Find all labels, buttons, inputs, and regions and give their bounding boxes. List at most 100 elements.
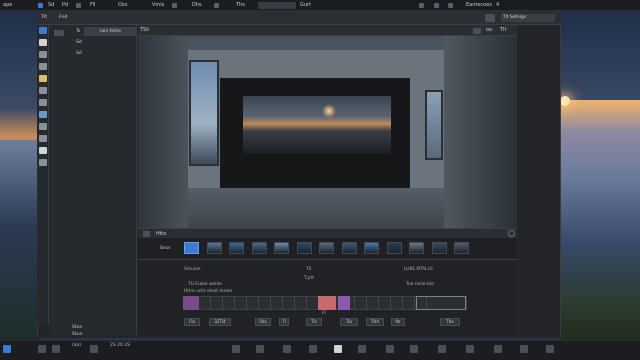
menu-item-2[interactable]: Pd bbox=[62, 0, 68, 11]
tool-hand-icon[interactable] bbox=[39, 147, 47, 154]
toolbar-icon-2[interactable] bbox=[172, 3, 177, 8]
tool-heal-icon[interactable] bbox=[39, 111, 47, 118]
panel-row-1-label[interactable]: Iain fafos bbox=[100, 27, 121, 36]
timeline-cell[interactable] bbox=[259, 296, 271, 310]
panel-row-1-tag[interactable]: Ts bbox=[76, 27, 80, 36]
viewer-ctrl-icon[interactable] bbox=[473, 28, 481, 34]
taskbar-app-12-icon[interactable] bbox=[438, 345, 446, 353]
filmstrip-thumb[interactable] bbox=[409, 242, 424, 254]
filmstrip-thumb[interactable] bbox=[319, 242, 334, 254]
timeline-cell[interactable] bbox=[283, 296, 295, 310]
filmstrip-more-icon[interactable] bbox=[508, 230, 515, 237]
taskbar-app-11-icon[interactable] bbox=[410, 345, 418, 353]
menu-item-3[interactable]: Fil bbox=[90, 0, 95, 11]
filmstrip-thumb[interactable] bbox=[431, 242, 447, 254]
timeline-cell[interactable] bbox=[391, 296, 403, 310]
taskbar-app-8-icon[interactable] bbox=[334, 345, 342, 353]
timeline-cell[interactable] bbox=[211, 296, 223, 310]
tool-brush-icon[interactable] bbox=[39, 63, 47, 70]
bottom-control-chip[interactable]: The bbox=[440, 318, 460, 326]
filmstrip-thumb[interactable] bbox=[454, 242, 469, 254]
timeline-clip-2[interactable] bbox=[318, 296, 336, 310]
timeline-clip-1[interactable] bbox=[183, 296, 199, 310]
filmstrip-thumb[interactable] bbox=[364, 242, 379, 254]
toolbar-icon-1[interactable] bbox=[76, 3, 81, 8]
tool-shape-icon[interactable] bbox=[39, 87, 47, 94]
timeline-clip-3[interactable] bbox=[338, 296, 350, 310]
toolbar-icon-5[interactable] bbox=[434, 3, 439, 8]
bottom-control-chip[interactable]: Tis bbox=[306, 318, 322, 326]
toolbar-icon-4[interactable] bbox=[419, 3, 424, 8]
timeline-selection-box[interactable] bbox=[416, 296, 466, 310]
menu-item-1[interactable]: Sd bbox=[48, 0, 54, 11]
viewer-tab[interactable]: TSh bbox=[140, 25, 149, 36]
toolbar-icon-3[interactable] bbox=[214, 3, 219, 8]
taskbar-app-10-icon[interactable] bbox=[386, 345, 394, 353]
panel-row-3-tag[interactable]: Sd bbox=[76, 49, 82, 58]
timeline-cell[interactable] bbox=[295, 296, 307, 310]
tool-zoom-icon[interactable] bbox=[39, 159, 47, 166]
filmstrip-thumb[interactable] bbox=[274, 242, 289, 254]
menu-item-4[interactable]: Oxs bbox=[118, 0, 128, 11]
toolbar-tab-2[interactable]: Fnd bbox=[59, 11, 67, 25]
workspace-label[interactable]: Eantecoes bbox=[466, 0, 492, 11]
taskbar-app-14-icon[interactable] bbox=[494, 345, 502, 353]
tool-text-icon[interactable] bbox=[39, 75, 47, 82]
menu-item-6[interactable]: Dhs bbox=[192, 0, 202, 11]
filmstrip-thumb[interactable] bbox=[206, 242, 222, 254]
timeline-cell[interactable] bbox=[223, 296, 235, 310]
filmstrip-thumb[interactable] bbox=[251, 242, 267, 254]
tool-crop-icon[interactable] bbox=[39, 51, 47, 58]
taskbar-app-6-icon[interactable] bbox=[283, 345, 291, 353]
app-menu[interactable]: ape bbox=[3, 0, 12, 11]
bottom-control-chip[interactable]: fle bbox=[391, 318, 405, 326]
taskbar-app-13-icon[interactable] bbox=[466, 345, 474, 353]
filmstrip-thumb[interactable] bbox=[184, 242, 199, 254]
viewer-controls[interactable]: oo bbox=[486, 25, 492, 36]
taskbar-app-4-icon[interactable] bbox=[232, 345, 240, 353]
timeline-cell[interactable] bbox=[367, 296, 379, 310]
app-icon[interactable] bbox=[38, 3, 43, 8]
panel-row-2-tag[interactable]: Sd bbox=[76, 38, 82, 47]
menu-item-7[interactable]: Ths bbox=[236, 0, 245, 11]
filmstrip-icon[interactable] bbox=[143, 231, 150, 237]
timeline-cell[interactable] bbox=[379, 296, 391, 310]
menu-item-5[interactable]: Vmis bbox=[152, 0, 164, 11]
timeline-cell[interactable] bbox=[271, 296, 283, 310]
toolbar-icon-6[interactable] bbox=[448, 3, 453, 8]
search-field[interactable] bbox=[258, 2, 296, 9]
taskbar-app-16-icon[interactable] bbox=[546, 345, 554, 353]
bottom-control-chip[interactable]: 3ZTI4 bbox=[209, 318, 231, 326]
bottom-control-chip[interactable]: Fla bbox=[184, 318, 200, 326]
bottom-control-chip[interactable]: THA bbox=[366, 318, 384, 326]
timeline-cell[interactable] bbox=[355, 296, 367, 310]
filmstrip-thumb[interactable] bbox=[386, 242, 402, 254]
settings-field[interactable]: Tlt Setiiigs bbox=[501, 14, 555, 22]
tool-select-icon[interactable] bbox=[39, 27, 47, 34]
panel-bottom-2[interactable]: Stun bbox=[72, 330, 83, 339]
tool-move-icon[interactable] bbox=[39, 39, 47, 46]
tool-gradient-icon[interactable] bbox=[39, 135, 47, 142]
taskbar-app-9-icon[interactable] bbox=[358, 345, 366, 353]
settings-icon[interactable] bbox=[485, 14, 495, 22]
filmstrip-thumb[interactable] bbox=[296, 242, 312, 254]
taskbar-app-7-icon[interactable] bbox=[309, 345, 317, 353]
bottom-control-chip[interactable]: Tla bbox=[340, 318, 358, 326]
viewer-right-label[interactable]: Tlt bbox=[500, 25, 506, 36]
toolbar-tab-1[interactable]: Tlt bbox=[41, 11, 47, 25]
taskbar-app-5-icon[interactable] bbox=[256, 345, 264, 353]
start-icon[interactable] bbox=[3, 345, 11, 353]
taskbar-app-15-icon[interactable] bbox=[520, 345, 528, 353]
bottom-control-chip[interactable]: 7l bbox=[279, 318, 289, 326]
timeline-cell[interactable] bbox=[199, 296, 211, 310]
tool-eraser-icon[interactable] bbox=[39, 99, 47, 106]
bottom-control-chip[interactable]: Sha bbox=[255, 318, 271, 326]
taskbar-app-1-icon[interactable] bbox=[38, 345, 46, 353]
timeline-cell[interactable] bbox=[403, 296, 415, 310]
filmstrip-thumb[interactable] bbox=[341, 242, 357, 254]
filmstrip-thumb[interactable] bbox=[229, 242, 244, 254]
tool-clone-icon[interactable] bbox=[39, 123, 47, 130]
timeline-cell[interactable] bbox=[235, 296, 247, 310]
taskbar-app-3-icon[interactable] bbox=[90, 345, 98, 353]
taskbar-app-2-icon[interactable] bbox=[52, 345, 60, 353]
